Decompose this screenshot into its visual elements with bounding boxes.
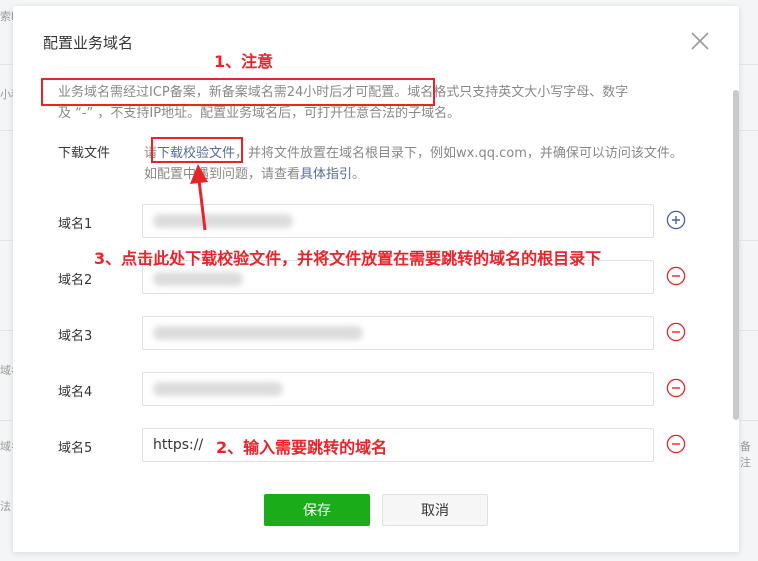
domain-label: 域名3 [58, 329, 93, 344]
domain-value-redacted [153, 272, 243, 286]
annotation-note-3: 3、点击此处下载校验文件，并将文件放置在需要跳转的域名的根目录下 [94, 249, 602, 268]
cancel-button[interactable]: 取消 [382, 494, 488, 526]
minus-circle-icon[interactable] [666, 434, 686, 454]
notice-line-2: 及 “-” ，不支持IP地址。配置业务域名后，可打开任意合法的子域名。 [58, 106, 461, 121]
domain-label: 域名4 [58, 385, 93, 400]
domain-value-redacted [153, 214, 293, 228]
domain-label: 域名2 [58, 273, 93, 288]
domain-value-redacted [153, 326, 363, 340]
domain-value-redacted [153, 382, 283, 396]
domain-label: 域名5 [58, 441, 93, 456]
scrollbar[interactable] [733, 90, 739, 420]
bg-text: 备注 [740, 440, 751, 469]
domain-label: 域名1 [58, 217, 93, 232]
minus-circle-icon[interactable] [666, 378, 686, 398]
plus-circle-icon[interactable] [666, 210, 686, 230]
minus-circle-icon[interactable] [666, 266, 686, 286]
annotation-box-notice [41, 78, 435, 106]
annotation-note-2: 2、输入需要跳转的域名 [216, 438, 388, 457]
guide-link[interactable]: 具体指引 [300, 167, 352, 182]
bg-text: 法 [0, 500, 11, 513]
save-button[interactable]: 保存 [264, 494, 370, 526]
annotation-box-download-link [151, 137, 243, 163]
close-icon[interactable] [690, 31, 710, 51]
minus-circle-icon[interactable] [666, 322, 686, 342]
dialog-title: 配置业务域名 [43, 34, 134, 52]
annotation-note-1: 1、注意 [214, 52, 274, 71]
download-file-label: 下载文件 [58, 146, 111, 161]
download-suffix: 。 [352, 167, 366, 182]
